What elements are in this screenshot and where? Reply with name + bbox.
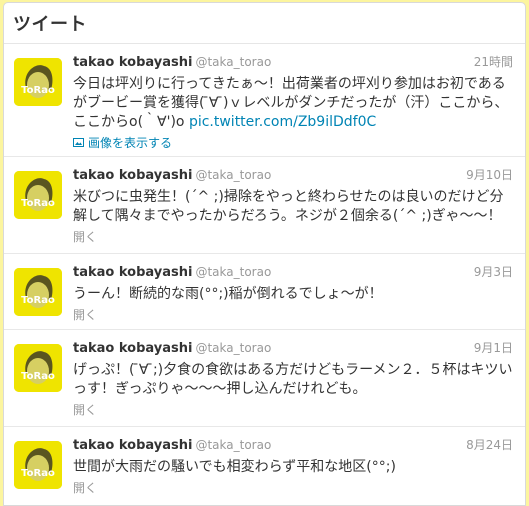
expand-button[interactable]: 開く (73, 228, 513, 245)
tweet-text: 米びつに虫発生！(´^ ;)掃除をやっと終わらせたのは良いのだけど分解して隅々ま… (73, 189, 504, 224)
avatar[interactable]: ToRao (14, 441, 62, 489)
expand-button[interactable]: 開く (73, 479, 513, 496)
avatar[interactable]: ToRao (14, 58, 62, 106)
tweet-time[interactable]: 9月3日 (474, 264, 513, 281)
tweet-text: げっぷ！( ̄∀ ̄;)夕食の食欲はある方だけどもラーメン２．５杯はキツいっす！… (73, 362, 513, 397)
author-name[interactable]: takao kobayashi (73, 265, 192, 280)
tweet-time[interactable]: 9月1日 (474, 340, 513, 357)
tweets-panel: ツイート ToRao takao kobayashi @taka_torao 21… (3, 2, 526, 506)
view-image-button[interactable]: 画像を表示する (73, 134, 513, 151)
svg-text:ToRao: ToRao (21, 371, 55, 382)
author-handle[interactable]: @taka_torao (195, 168, 271, 182)
avatar[interactable]: ToRao (14, 171, 62, 219)
tweet-item[interactable]: ToRao takao kobayashi @taka_torao 9月10日 米… (4, 157, 525, 254)
avatar-image: ToRao (14, 441, 62, 489)
author-name[interactable]: takao kobayashi (73, 55, 192, 70)
tweet-item[interactable]: ToRao takao kobayashi @taka_torao 21時間 今日… (4, 44, 525, 157)
panel-title: ツイート (13, 14, 87, 35)
avatar-image: ToRao (14, 171, 62, 219)
author-handle[interactable]: @taka_torao (195, 55, 271, 69)
author-name[interactable]: takao kobayashi (73, 341, 192, 356)
view-image-label: 画像を表示する (88, 136, 173, 150)
avatar[interactable]: ToRao (14, 268, 62, 316)
tweet-time[interactable]: 9月10日 (466, 167, 513, 184)
expand-button[interactable]: 開く (73, 401, 513, 418)
author-name[interactable]: takao kobayashi (73, 438, 192, 453)
tweet-link[interactable]: pic.twitter.com/Zb9ilDdf0C (189, 114, 376, 130)
svg-text:ToRao: ToRao (21, 295, 55, 306)
tweet-item[interactable]: ToRao takao kobayashi @taka_torao 9月1日 げっ… (4, 330, 525, 427)
tweet-item[interactable]: ToRao takao kobayashi @taka_torao 8月24日 世… (4, 427, 525, 505)
avatar-image: ToRao (14, 58, 62, 106)
author-handle[interactable]: @taka_torao (195, 438, 271, 452)
author-handle[interactable]: @taka_torao (195, 265, 271, 279)
panel-header: ツイート (4, 3, 525, 44)
image-icon (73, 138, 84, 147)
svg-text:ToRao: ToRao (21, 85, 55, 96)
expand-button[interactable]: 開く (73, 306, 513, 323)
author-name[interactable]: takao kobayashi (73, 168, 192, 183)
avatar-image: ToRao (14, 344, 62, 392)
tweet-text: うーん！断続的な雨(°°;)稲が倒れるでしょ〜が！ (73, 286, 383, 302)
author-handle[interactable]: @taka_torao (195, 341, 271, 355)
avatar-image: ToRao (14, 268, 62, 316)
tweet-item[interactable]: ToRao takao kobayashi @taka_torao 9月3日 うー… (4, 254, 525, 330)
tweet-time[interactable]: 8月24日 (466, 437, 513, 454)
tweet-text: 世間が大雨だの騒いでも相変わらず平和な地区(°°;) (73, 459, 396, 475)
svg-text:ToRao: ToRao (21, 468, 55, 479)
svg-text:ToRao: ToRao (21, 198, 55, 209)
tweet-time[interactable]: 21時間 (474, 54, 513, 71)
tweet-text: 今日は坪刈りに行ってきたぁ〜！出荷業者の坪刈り参加はお初であるがブービー賞を獲得… (73, 75, 513, 132)
avatar[interactable]: ToRao (14, 344, 62, 392)
